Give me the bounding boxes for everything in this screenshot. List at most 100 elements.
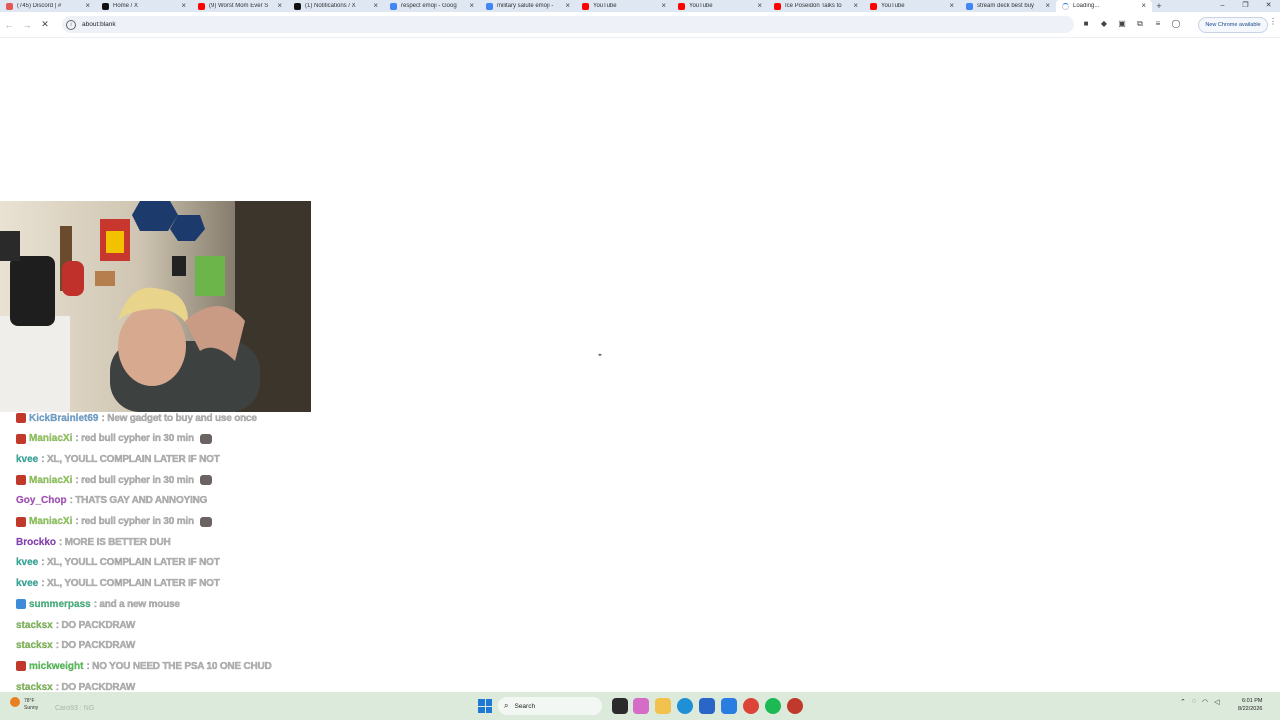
minimize-button[interactable]: – xyxy=(1211,0,1234,12)
close-tab-icon[interactable]: × xyxy=(373,1,378,10)
tab-favicon-icon xyxy=(582,2,589,10)
browser-tab[interactable]: (1) Notifications / X × xyxy=(288,0,384,12)
spotify-icon[interactable] xyxy=(765,698,781,714)
mail-icon[interactable] xyxy=(721,698,737,714)
close-window-button[interactable]: ✕ xyxy=(1257,0,1280,12)
extension-icon[interactable]: ▣ xyxy=(1116,18,1128,30)
chat-username: ManiacXi xyxy=(29,474,73,486)
volume-icon[interactable]: ◁ xyxy=(1214,698,1219,706)
pinned-app-icon[interactable] xyxy=(787,698,803,714)
chat-text: : XL, YOULL COMPLAIN LATER IF NOT xyxy=(41,453,220,465)
chat-text: : XL, YOULL COMPLAIN LATER IF NOT xyxy=(41,557,220,569)
chat-emote-icon xyxy=(199,475,212,486)
browser-tab[interactable]: YouTube × xyxy=(672,0,768,12)
chat-message: stacksx: DO PACKDRAW xyxy=(16,637,136,655)
tab-title: military salute emoji - xyxy=(497,3,554,9)
browser-tab[interactable]: stream deck best buy × xyxy=(960,0,1056,12)
chat-username: KickBrainlet69 xyxy=(29,412,99,424)
pinned-app-icon[interactable] xyxy=(633,698,649,714)
address-bar[interactable]: i about:blank xyxy=(62,16,1074,33)
close-tab-icon[interactable]: × xyxy=(1045,1,1050,10)
browser-tab[interactable]: respect emoji - Goog × xyxy=(384,0,480,12)
close-tab-icon[interactable]: × xyxy=(565,1,570,10)
address-text: about:blank xyxy=(82,21,116,28)
chat-username: kvee xyxy=(16,578,39,590)
media-control-icon[interactable]: ≡ xyxy=(1152,18,1164,30)
kebab-menu-icon[interactable]: ⋮ xyxy=(1269,17,1277,26)
new-tab-button[interactable]: + xyxy=(1152,1,1166,11)
extension-icon[interactable]: ◆ xyxy=(1098,18,1110,30)
chat-message: KickBrainlet69: New gadget to buy and us… xyxy=(16,409,257,427)
chrome-icon[interactable] xyxy=(743,698,759,714)
tab-title: Ice Poseidon Talks to xyxy=(785,3,842,9)
taskbar: 78°F Sunny Caro93 : NG ⌕ Search ⌃ ◌ ◠ ◁ … xyxy=(0,692,1280,720)
update-chrome-button[interactable]: New Chrome available xyxy=(1198,17,1268,33)
chat-text: : XL, YOULL COMPLAIN LATER IF NOT xyxy=(41,578,220,590)
system-tray: ⌃ ◌ ◠ ◁ xyxy=(1180,698,1220,706)
close-tab-icon[interactable]: × xyxy=(85,1,90,10)
network-icon[interactable]: ◌ xyxy=(1192,698,1196,706)
forward-arrow-icon[interactable]: → xyxy=(18,20,36,30)
tab-favicon-icon xyxy=(390,2,397,10)
tab-favicon-icon xyxy=(774,2,781,10)
tab-favicon-icon xyxy=(678,2,685,10)
mouse-cursor-icon: ⌖ xyxy=(598,352,602,359)
maximize-button[interactable]: ❐ xyxy=(1234,0,1257,12)
chat-text: : red bull cypher in 30 min xyxy=(75,516,194,527)
tab-favicon-icon xyxy=(198,2,205,10)
tab-favicon-icon xyxy=(870,2,877,10)
chevron-up-icon[interactable]: ⌃ xyxy=(1180,698,1186,706)
tab-title: Loading... xyxy=(1073,3,1100,9)
chat-username: ManiacXi xyxy=(29,433,73,445)
browser-tab[interactable]: military salute emoji - × xyxy=(480,0,576,12)
tab-title: (745) Discord | # xyxy=(17,3,62,9)
browser-tab[interactable]: Loading... × xyxy=(1056,0,1152,12)
store-icon[interactable] xyxy=(699,698,715,714)
clock[interactable]: 6:01 PM 8/22/2026 xyxy=(1238,697,1262,713)
close-tab-icon[interactable]: × xyxy=(1141,1,1146,10)
close-tab-icon[interactable]: × xyxy=(277,1,282,10)
puzzle-icon[interactable]: ⧉ xyxy=(1134,18,1146,30)
browser-tab[interactable]: Home / X × xyxy=(96,0,192,12)
chat-username: summerpass xyxy=(29,598,91,610)
chat-username: kvee xyxy=(16,453,39,465)
browser-tab[interactable]: YouTube × xyxy=(576,0,672,12)
clock-time: 6:01 PM xyxy=(1241,698,1263,704)
search-icon: ⌕ xyxy=(504,701,509,710)
file-explorer-icon[interactable] xyxy=(655,698,671,714)
tab-title: YouTube xyxy=(593,3,617,9)
windows-start-icon[interactable] xyxy=(478,699,492,713)
close-tab-icon[interactable]: × xyxy=(853,1,858,10)
close-tab-icon[interactable]: × xyxy=(469,1,474,10)
browser-tab[interactable]: (9) Worst Mom Ever S × xyxy=(192,0,288,12)
chat-emote-icon xyxy=(199,433,212,444)
chat-badge-icon xyxy=(16,433,26,444)
chat-username: stacksx xyxy=(16,681,53,693)
taskbar-search[interactable]: ⌕ Search xyxy=(498,697,602,715)
close-tab-icon[interactable]: × xyxy=(757,1,762,10)
task-view-icon[interactable] xyxy=(612,698,628,714)
weather-widget[interactable]: 78°F Sunny xyxy=(10,695,50,717)
tab-favicon-icon xyxy=(486,2,493,10)
stop-loading-icon[interactable]: ✕ xyxy=(36,19,54,30)
chat-badge-icon xyxy=(16,475,26,486)
tab-title: YouTube xyxy=(881,3,905,9)
edge-icon[interactable] xyxy=(677,698,693,714)
browser-tab[interactable]: YouTube × xyxy=(864,0,960,12)
wifi-icon[interactable]: ◠ xyxy=(1202,698,1208,706)
profile-icon[interactable]: ◯ xyxy=(1170,18,1182,30)
chat-username: Goy_Chop xyxy=(16,495,67,507)
chat-text: : DO PACKDRAW xyxy=(55,681,136,693)
chat-overlay: KickBrainlet69: New gadget to buy and us… xyxy=(0,412,320,702)
back-arrow-icon[interactable]: ← xyxy=(0,20,18,30)
window-controls: – ❐ ✕ xyxy=(1211,0,1280,12)
browser-tab[interactable]: (745) Discord | # × xyxy=(0,0,96,12)
weather-temp: 78°F xyxy=(24,698,35,704)
close-tab-icon[interactable]: × xyxy=(661,1,666,10)
chat-text: : MORE IS BETTER DUH xyxy=(59,536,171,548)
browser-tab[interactable]: Ice Poseidon Talks to × xyxy=(768,0,864,12)
site-info-icon[interactable]: i xyxy=(66,19,76,30)
extension-icon[interactable]: ■ xyxy=(1080,18,1092,30)
close-tab-icon[interactable]: × xyxy=(949,1,954,10)
close-tab-icon[interactable]: × xyxy=(181,1,186,10)
